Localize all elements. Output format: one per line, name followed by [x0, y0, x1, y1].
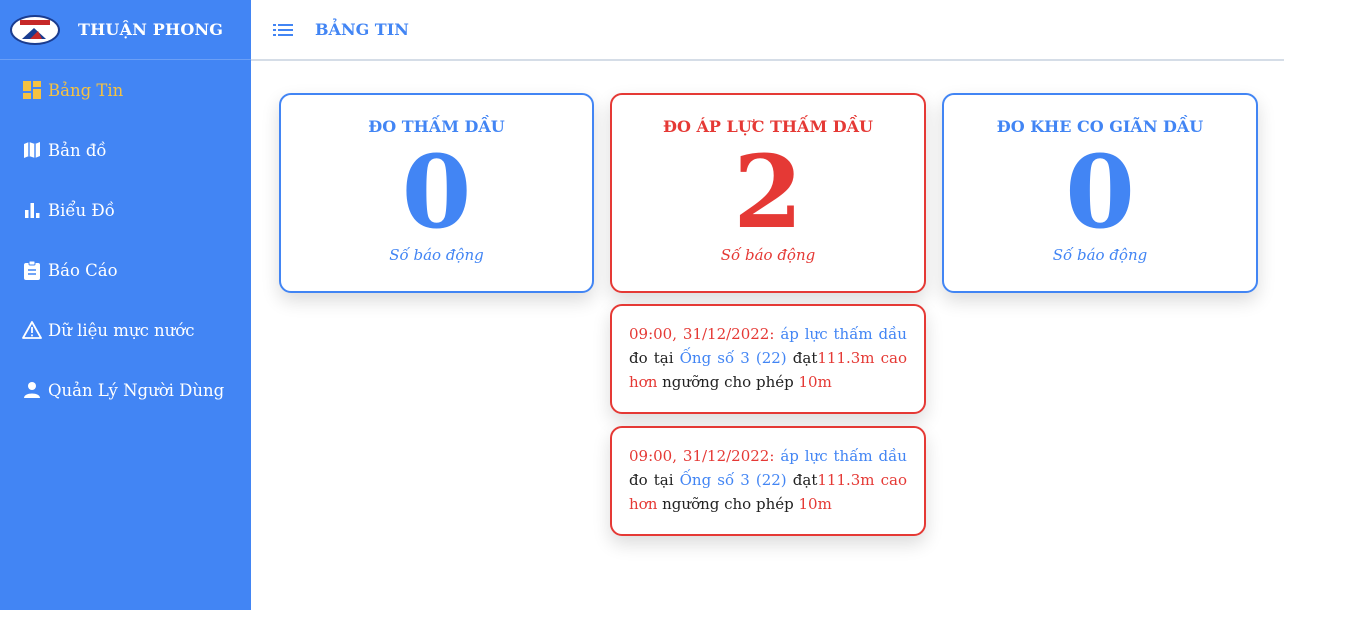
sidebar-item-label: Báo Cáo: [48, 260, 118, 280]
alert-item[interactable]: 09:00, 31/12/2022: áp lực thấm dầu đo tạ…: [610, 304, 926, 414]
sidebar-item-chart[interactable]: Biểu Đồ: [0, 180, 251, 240]
alert-text: đo tại: [629, 471, 674, 489]
alert-value: 111.3m: [817, 349, 875, 367]
sidebar: THUẬN PHONG Bảng Tin Bản đồ Biểu Đồ Báo …: [0, 0, 251, 610]
sidebar-item-water-data[interactable]: Dữ liệu mực nước: [0, 300, 251, 360]
alert-threshold: 10m: [798, 373, 832, 391]
user-icon: [22, 380, 42, 400]
card-oil-expansion-gap[interactable]: ĐO KHE CO GIÃN DẦU 0 Số báo động: [942, 93, 1258, 293]
alert-text: ngưỡng cho phép: [662, 373, 794, 391]
alert-time: 09:00, 31/12/2022:: [629, 325, 775, 343]
alert-location: Ống số 3 (22): [679, 471, 787, 489]
alert-type: áp lực thấm dầu: [780, 447, 907, 465]
page-title: BẢNG TIN: [315, 20, 409, 39]
card-oil-seepage[interactable]: ĐO THẤM DẦU 0 Số báo động: [279, 93, 594, 293]
alert-type: áp lực thấm dầu: [780, 325, 907, 343]
alert-item[interactable]: 09:00, 31/12/2022: áp lực thấm dầu đo tạ…: [610, 426, 926, 536]
clipboard-icon: [22, 260, 42, 280]
sidebar-item-users[interactable]: Quản Lý Người Dùng: [0, 360, 251, 420]
alarm-count: 2: [733, 133, 803, 251]
alert-text: đạt: [792, 471, 818, 489]
alert-text: đạt: [792, 349, 818, 367]
sidebar-item-label: Biểu Đồ: [48, 200, 115, 220]
brand-name: THUẬN PHONG: [78, 20, 224, 39]
sidebar-item-label: Bảng Tin: [48, 80, 124, 100]
sidebar-item-map[interactable]: Bản đồ: [0, 120, 251, 180]
brand[interactable]: THUẬN PHONG: [0, 0, 251, 60]
card-oil-pressure[interactable]: ĐO ÁP LỰC THẤM DẦU 2 Số báo động: [610, 93, 926, 293]
alarm-count: 0: [1065, 133, 1135, 251]
alert-text: ngưỡng cho phép: [662, 495, 794, 513]
card-subtitle: Số báo động: [720, 246, 816, 264]
bar-chart-icon: [22, 200, 42, 220]
sidebar-item-report[interactable]: Báo Cáo: [0, 240, 251, 300]
card-subtitle: Số báo động: [1052, 246, 1148, 264]
topbar: BẢNG TIN: [251, 0, 1284, 61]
sidebar-item-label: Dữ liệu mực nước: [48, 320, 195, 340]
warning-icon: [22, 320, 42, 340]
sidebar-item-dashboard[interactable]: Bảng Tin: [0, 60, 251, 120]
map-icon: [22, 140, 42, 160]
sidebar-nav: Bảng Tin Bản đồ Biểu Đồ Báo Cáo Dữ liệu …: [0, 60, 251, 420]
card-subtitle: Số báo động: [389, 246, 484, 264]
alert-text: đo tại: [629, 349, 674, 367]
alert-time: 09:00, 31/12/2022:: [629, 447, 775, 465]
sidebar-item-label: Quản Lý Người Dùng: [48, 380, 225, 400]
dashboard-icon: [22, 80, 42, 100]
alert-location: Ống số 3 (22): [679, 349, 787, 367]
list-icon[interactable]: [273, 22, 293, 38]
alert-value: 111.3m: [817, 471, 875, 489]
alert-threshold: 10m: [798, 495, 832, 513]
sidebar-item-label: Bản đồ: [48, 140, 107, 160]
alarm-count: 0: [401, 133, 472, 251]
company-logo: [10, 14, 60, 45]
